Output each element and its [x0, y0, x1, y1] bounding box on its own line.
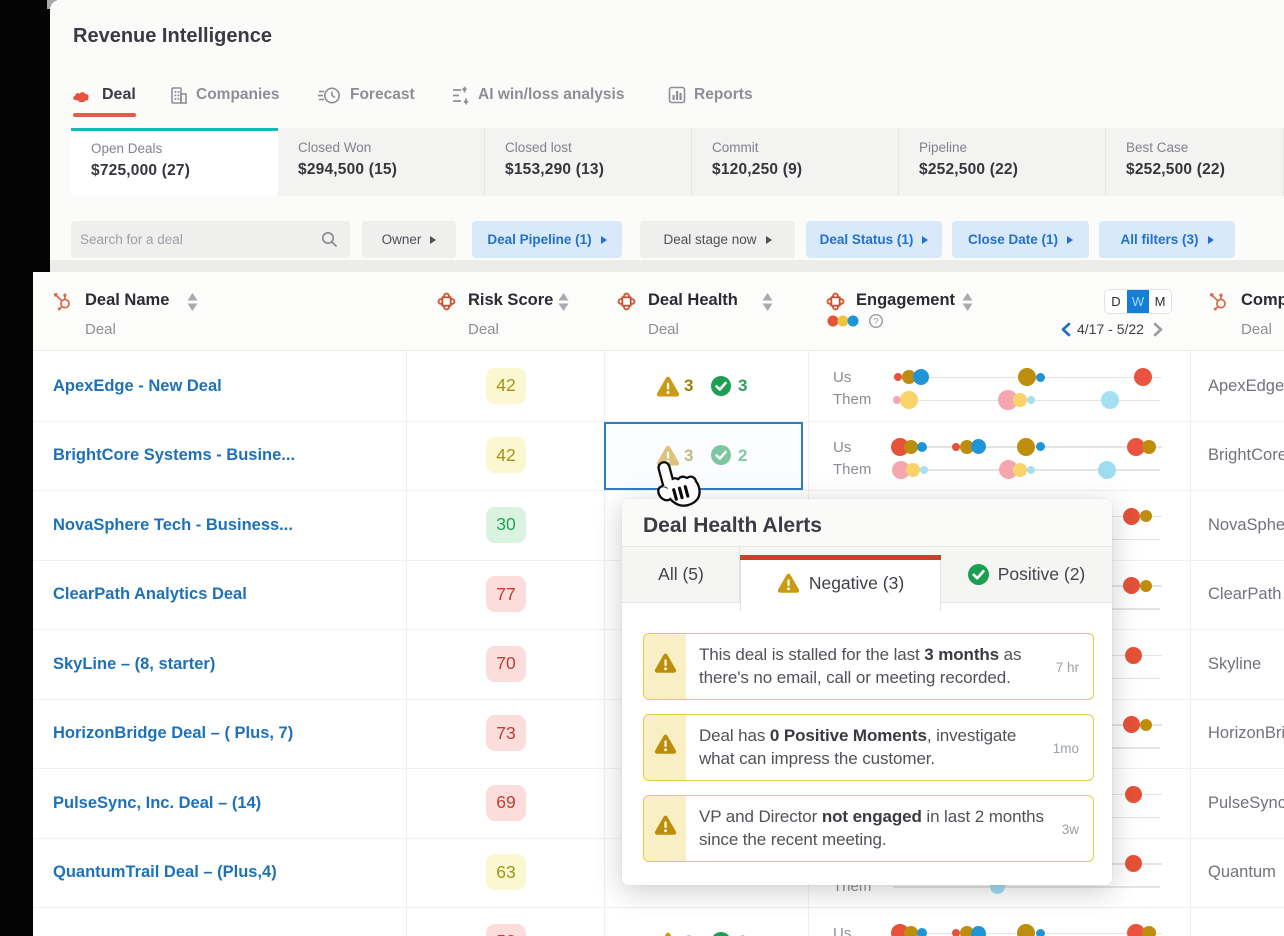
- svg-text:?: ?: [873, 317, 878, 328]
